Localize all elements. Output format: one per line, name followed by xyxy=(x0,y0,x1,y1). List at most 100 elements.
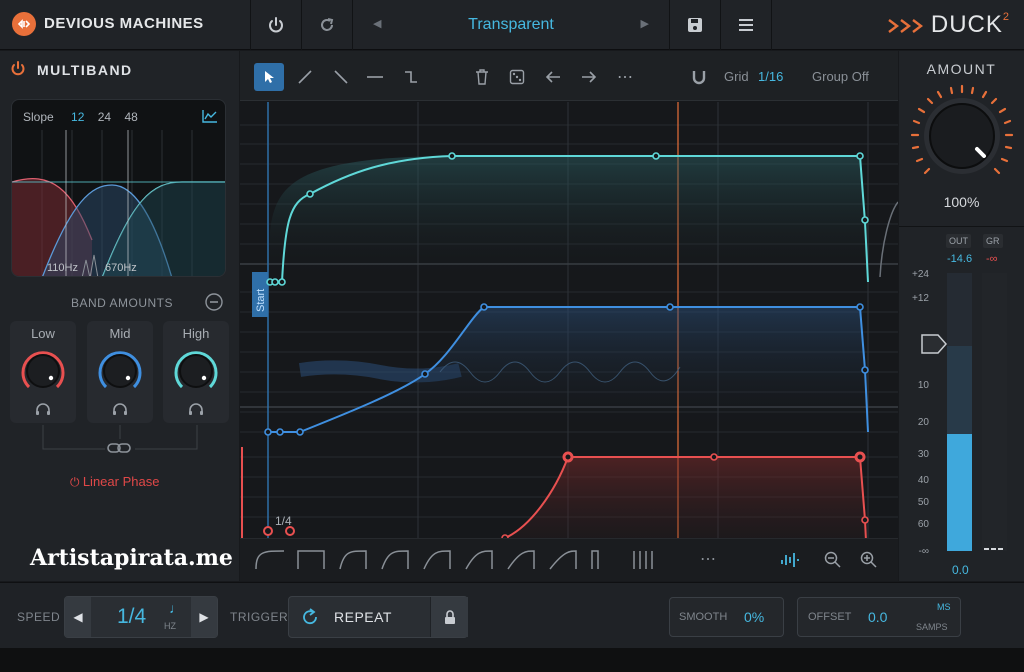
band-low-knob[interactable] xyxy=(17,345,69,397)
smooth-control[interactable]: SMOOTH 0% xyxy=(669,597,784,637)
shape-preset-3 xyxy=(339,550,367,570)
amount-value: 100% xyxy=(943,194,980,210)
amount-knob[interactable] xyxy=(907,81,1017,191)
magnet-icon xyxy=(692,71,706,85)
out-meter-fill xyxy=(947,434,972,551)
power-button[interactable] xyxy=(251,0,301,50)
slope-option-48[interactable]: 48 xyxy=(124,110,137,124)
speed-increase-button[interactable]: ▶ xyxy=(191,597,217,637)
smooth-label: SMOOTH xyxy=(679,611,728,623)
envelope-graph[interactable]: Start xyxy=(240,102,898,538)
slope-option-12[interactable]: 12 xyxy=(71,110,84,124)
trigger-control[interactable]: REPEAT xyxy=(288,596,468,638)
band-high-headphones-icon[interactable] xyxy=(188,402,204,416)
save-button[interactable] xyxy=(670,0,720,50)
redo-button[interactable] xyxy=(302,0,352,50)
spectrum-view-icon[interactable] xyxy=(202,109,218,123)
line-up-tool[interactable] xyxy=(290,63,320,91)
gr-meter xyxy=(982,273,1007,551)
scale-40: 40 xyxy=(917,475,929,486)
band-link-lines xyxy=(42,425,198,453)
speed-unit[interactable]: HZ xyxy=(164,621,176,631)
shape-preset-4 xyxy=(381,550,409,570)
offset-unit-ms[interactable]: MS xyxy=(937,602,951,612)
snap-tool[interactable] xyxy=(684,63,714,91)
amount-panel: AMOUNT 100% OUT GR -14.6 -∞ +24 +12 10 2… xyxy=(899,51,1024,581)
speed-decrease-button[interactable]: ◀ xyxy=(65,597,91,637)
scale-neg-inf: -∞ xyxy=(918,546,929,557)
product-logo: DUCK2 xyxy=(887,11,1010,39)
multiband-title: MULTIBAND xyxy=(37,62,133,78)
group-toggle[interactable]: Group Off xyxy=(812,69,869,84)
collapse-icon[interactable] xyxy=(205,293,223,311)
menu-button[interactable] xyxy=(721,0,771,50)
next-preset-icon[interactable]: ▶ xyxy=(641,17,649,30)
gr-meter-value: -∞ xyxy=(986,253,998,265)
brand-name: DEVIOUS MACHINES xyxy=(44,15,204,32)
band-low-headphones-icon[interactable] xyxy=(35,402,51,416)
trigger-lock-button[interactable] xyxy=(430,597,468,637)
pointer-tool[interactable] xyxy=(254,63,284,91)
preset-name: Transparent xyxy=(468,16,554,33)
randomize-tool[interactable] xyxy=(502,63,532,91)
crossover-high-label: 670Hz xyxy=(105,262,137,274)
multiband-power-icon[interactable] xyxy=(10,60,26,78)
slope-selector: Slope 12 24 48 xyxy=(23,110,138,124)
crossover-curves xyxy=(12,130,225,276)
arrow-left-icon xyxy=(545,71,560,83)
more-tools-icon[interactable]: ⋯ xyxy=(610,63,640,91)
scale-30: 30 xyxy=(917,449,929,460)
shift-right-tool[interactable] xyxy=(574,63,604,91)
band-high-knob[interactable] xyxy=(170,345,222,397)
crossover-display[interactable]: Slope 12 24 48 110Hz 670Hz xyxy=(11,99,226,277)
prev-preset-icon[interactable]: ◀ xyxy=(373,17,381,30)
line-down-icon xyxy=(334,70,348,84)
start-marker-label: Start xyxy=(255,289,267,312)
more-shapes-icon[interactable]: ⋯ xyxy=(700,549,716,569)
scale-20: 20 xyxy=(917,417,929,428)
shape-preset-7 xyxy=(507,550,535,570)
editor-toolbar: ⋯ Grid 1/16 Group Off xyxy=(240,51,898,101)
offset-unit-samps[interactable]: SAMPS xyxy=(916,622,948,632)
preset-selector[interactable]: ◀ Transparent ▶ xyxy=(353,0,669,50)
out-meter-value: -14.6 xyxy=(947,253,973,265)
line-down-tool[interactable] xyxy=(326,63,356,91)
scale-50: 50 xyxy=(917,497,929,508)
beat-marker-label: 1/4 xyxy=(275,514,292,528)
shape-preset-2 xyxy=(297,550,325,569)
band-mid-headphones-icon[interactable] xyxy=(112,402,128,416)
shape-presets[interactable] xyxy=(254,547,654,573)
gr-meter-label: GR xyxy=(983,234,1003,248)
lock-icon xyxy=(444,609,455,624)
grid-value[interactable]: 1/16 xyxy=(758,69,783,84)
shape-preset-6 xyxy=(465,550,493,570)
band-high: High xyxy=(163,321,229,423)
offset-control[interactable]: OFFSET 0.0 MS SAMPS xyxy=(797,597,961,637)
threshold-handle[interactable] xyxy=(921,334,947,354)
watermark: Artistapirata.me xyxy=(30,545,233,571)
scale-plus12: +12 xyxy=(912,293,929,304)
note-icon[interactable]: ♩ xyxy=(169,600,183,616)
delete-tool[interactable] xyxy=(467,63,497,91)
flat-line-icon xyxy=(367,76,383,78)
shape-library: ⋯ xyxy=(240,538,898,581)
shift-left-tool[interactable] xyxy=(538,63,568,91)
scale-plus24: +24 xyxy=(912,269,929,280)
devious-machines-logo-icon xyxy=(12,12,36,36)
crossover-low-label: 110Hz xyxy=(47,262,78,274)
linear-phase-power-icon: ⏻ xyxy=(70,475,83,489)
zoom-out-icon[interactable] xyxy=(824,551,842,569)
slope-option-24[interactable]: 24 xyxy=(98,110,111,124)
envelope-editor: ⋯ Grid 1/16 Group Off Start 1/4 ⋯ xyxy=(240,51,898,581)
zoom-in-icon[interactable] xyxy=(860,551,878,569)
waveform-view-icon[interactable] xyxy=(780,551,800,569)
flat-line-tool[interactable] xyxy=(360,63,390,91)
step-tool[interactable] xyxy=(396,63,426,91)
product-version: 2 xyxy=(1002,11,1010,23)
dice-icon xyxy=(509,69,525,85)
redo-icon xyxy=(321,18,334,31)
speed-value[interactable]: 1/4 xyxy=(117,605,146,629)
linear-phase-toggle[interactable]: ⏻ Linear Phase xyxy=(70,474,159,490)
band-mid-knob[interactable] xyxy=(94,345,146,397)
scale-10: 10 xyxy=(917,380,929,391)
